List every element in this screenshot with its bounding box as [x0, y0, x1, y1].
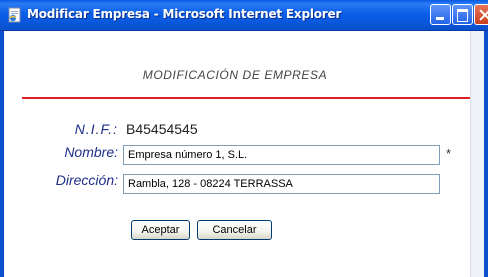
direccion-field[interactable]: Rambla, 128 - 08224 TERRASSA	[123, 174, 440, 194]
window-frame-right	[484, 31, 488, 277]
direccion-label: Dirección:	[55, 172, 118, 188]
close-icon[interactable]	[474, 4, 488, 25]
window-title: Modificar Empresa - Microsoft Internet E…	[27, 7, 342, 21]
nif-value: B45454545	[126, 121, 198, 137]
title-bar[interactable]: Modificar Empresa - Microsoft Internet E…	[0, 0, 488, 31]
nif-label: N.I.F.:	[74, 121, 118, 137]
title-divider	[22, 97, 470, 99]
page-title: MODIFICACIÓN DE EMPRESA	[142, 68, 328, 82]
nombre-field[interactable]: Empresa número 1, S.L.	[123, 145, 440, 165]
ie-page-icon	[8, 7, 21, 23]
cancel-button[interactable]: Cancelar	[197, 220, 272, 240]
browser-window: Modificar Empresa - Microsoft Internet E…	[0, 0, 488, 277]
minimize-icon[interactable]	[430, 4, 451, 25]
nombre-label: Nombre:	[64, 144, 118, 160]
accept-button[interactable]: Aceptar	[131, 220, 190, 240]
required-marker: *	[446, 146, 452, 161]
maximize-icon[interactable]	[452, 4, 473, 25]
vertical-scrollbar[interactable]	[470, 31, 485, 277]
